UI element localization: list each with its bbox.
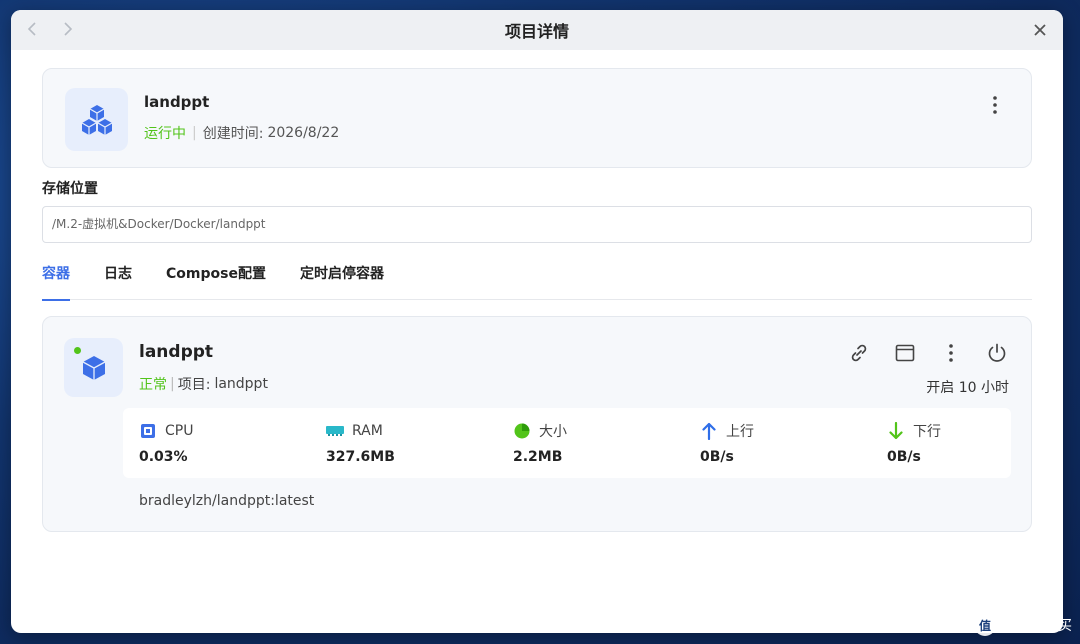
container-card: landppt 正常 | 项目: landppt 开启 10 小时 CPU 0.… (42, 316, 1032, 532)
project-card: landppt 运行中 | 创建时间: 2026/8/22 (42, 68, 1032, 168)
stat-label: 大小 (539, 424, 567, 440)
stat-label: 下行 (913, 424, 941, 440)
open-link-button[interactable] (847, 341, 871, 365)
more-vertical-icon (949, 344, 953, 362)
tab-containers[interactable]: 容器 (42, 262, 70, 301)
close-button[interactable] (1029, 19, 1051, 41)
project-name: landppt (144, 93, 210, 111)
stat-label: CPU (165, 423, 194, 439)
power-button[interactable] (985, 341, 1009, 365)
stat-cpu-header: CPU (139, 422, 193, 440)
container-status-line: 正常 | 项目: landppt (139, 374, 268, 394)
window-title: 项目详情 (504, 22, 569, 41)
stat-ram: RAM 327.6MB (326, 422, 395, 465)
stats-panel: CPU 0.03% RAM 327.6MB 大小 2.2MB 上行 0B/s 下… (123, 408, 1011, 478)
arrow-up-icon (700, 422, 718, 440)
cubes-icon (81, 104, 112, 135)
container-name: landppt (139, 342, 214, 362)
stat-cpu: CPU 0.03% (139, 422, 193, 465)
chevron-left-icon (27, 22, 36, 36)
stat-upload: 上行 0B/s (700, 422, 754, 465)
container-project-label: 项目: (177, 377, 211, 393)
tab-logs[interactable]: 日志 (104, 262, 132, 300)
stat-size: 大小 2.2MB (513, 422, 567, 465)
container-project-value: landppt (214, 376, 268, 392)
project-status-line: 运行中 | 创建时间: 2026/8/22 (144, 123, 339, 143)
status-separator: | (170, 376, 175, 392)
stat-download: 下行 0B/s (887, 422, 941, 465)
project-detail-window: 项目详情 landppt 运行中 | 创建时间: 2026/8/22 存储位置 … (11, 10, 1063, 633)
link-icon (851, 344, 867, 362)
stat-size-header: 大小 (513, 422, 567, 440)
container-actions (847, 341, 1009, 365)
forward-button[interactable] (57, 18, 79, 40)
more-vertical-icon (993, 96, 997, 114)
container-status: 正常 (139, 377, 167, 393)
project-more-button[interactable] (985, 93, 1005, 117)
tab-compose-config[interactable]: Compose配置 (166, 262, 266, 300)
window-icon (895, 344, 915, 362)
project-icon (65, 88, 128, 151)
created-value: 2026/8/22 (267, 125, 340, 141)
stat-upload-header: 上行 (700, 422, 754, 440)
container-uptime: 开启 10 小时 (926, 380, 1009, 396)
terminal-button[interactable] (893, 341, 917, 365)
stat-value: 0.03% (139, 449, 188, 465)
close-icon (1034, 24, 1046, 36)
project-status: 运行中 (144, 126, 186, 142)
stat-value: 0B/s (700, 449, 734, 465)
site-watermark: 值 什么值得买 (974, 614, 1072, 636)
power-icon (988, 343, 1006, 362)
stat-value: 2.2MB (513, 449, 563, 465)
container-more-button[interactable] (939, 341, 963, 365)
tab-schedule[interactable]: 定时启停容器 (300, 262, 384, 300)
ram-icon (326, 422, 344, 440)
nav-buttons (21, 18, 79, 40)
storage-label: 存储位置 (42, 181, 98, 197)
arrow-down-icon (887, 422, 905, 440)
running-indicator-dot (74, 347, 81, 354)
watermark-text: 什么值得买 (1002, 618, 1072, 634)
stat-ram-header: RAM (326, 422, 395, 440)
storage-path-field[interactable]: /M.2-虚拟机&Docker/Docker/landppt (42, 206, 1032, 243)
stat-value: 0B/s (887, 449, 921, 465)
container-image-name: bradleylzh/landppt:latest (139, 493, 315, 509)
pie-icon (513, 422, 531, 440)
stat-label: RAM (352, 423, 383, 439)
cube-icon (82, 355, 105, 380)
chevron-right-icon (64, 22, 73, 36)
container-icon (64, 338, 123, 397)
created-label: 创建时间: (202, 126, 264, 142)
stat-label: 上行 (726, 424, 754, 440)
status-separator: | (192, 125, 197, 141)
tab-bar: 容器 日志 Compose配置 定时启停容器 (42, 262, 1032, 301)
stat-value: 327.6MB (326, 449, 395, 465)
back-button[interactable] (21, 18, 43, 40)
title-bar: 项目详情 (11, 10, 1063, 50)
watermark-logo: 值 (974, 614, 996, 636)
stat-download-header: 下行 (887, 422, 941, 440)
cpu-icon (139, 422, 157, 440)
